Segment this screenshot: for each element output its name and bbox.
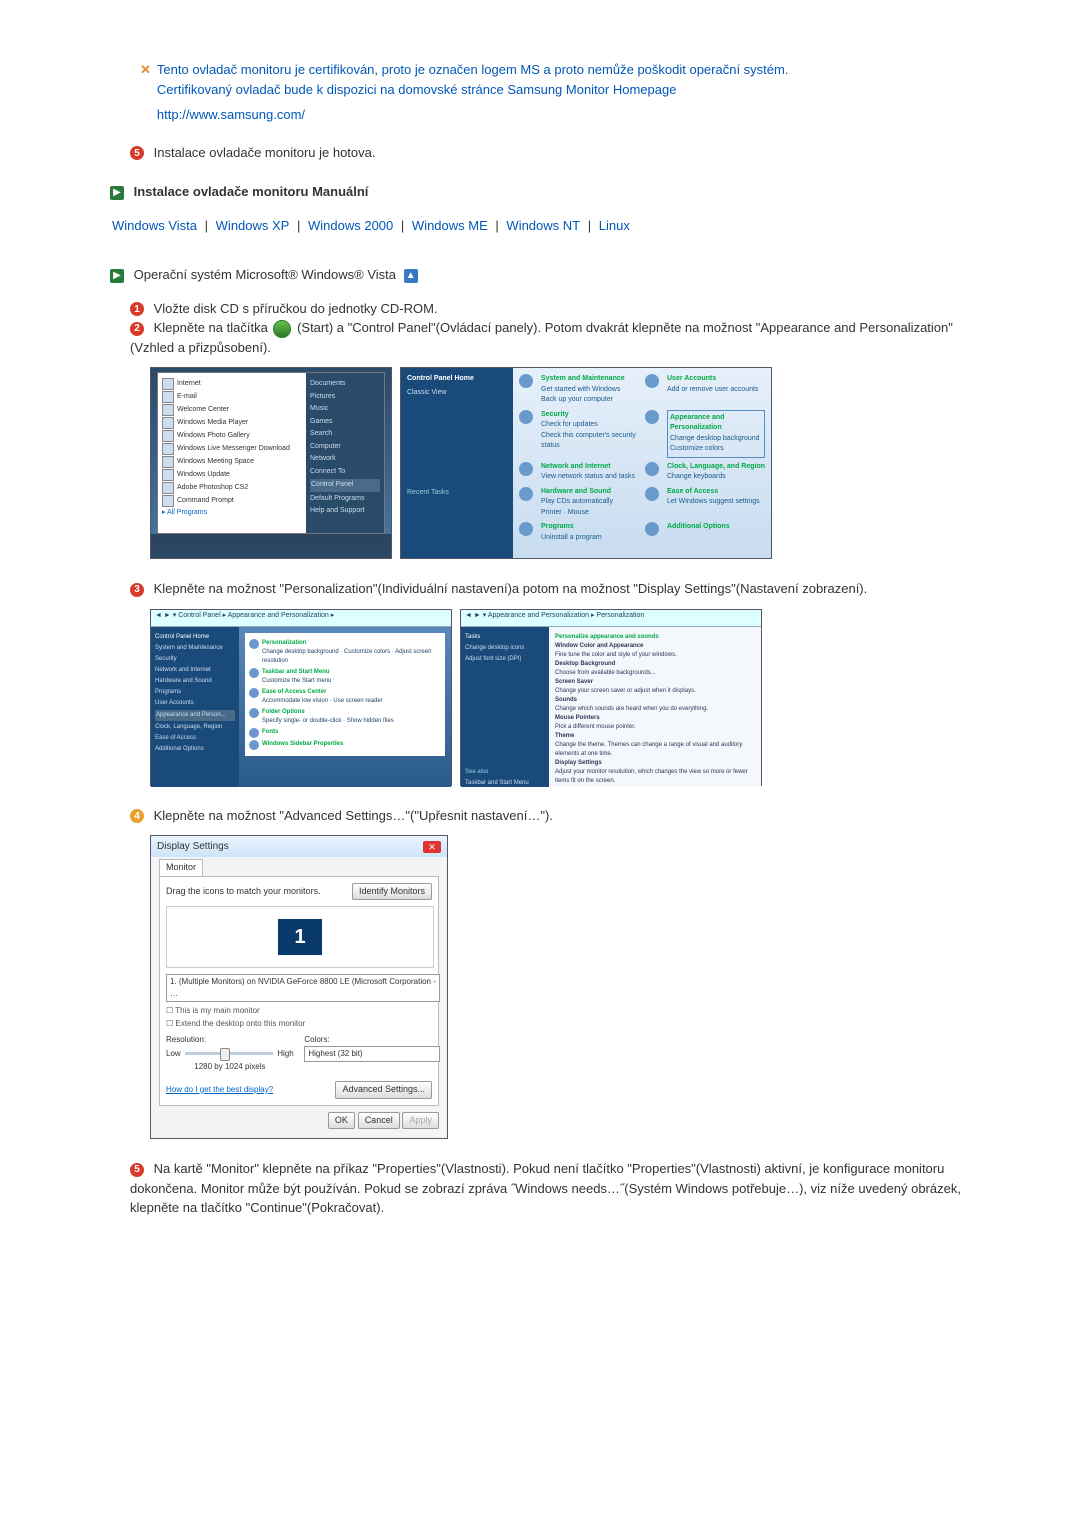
dialog-title: Display Settings xyxy=(157,839,229,854)
adapter-select[interactable]: 1. (Multiple Monitors) on NVIDIA GeForce… xyxy=(166,974,440,1002)
bullet-3-icon: 3 xyxy=(130,583,144,597)
bullet-2-icon: 2 xyxy=(130,322,144,336)
link-vista[interactable]: Windows Vista xyxy=(112,218,197,233)
os-links-row: Windows Vista | Windows XP | Windows 200… xyxy=(110,216,970,236)
screenshot-start-controlpanel: Internet E-mail Welcome Center Windows M… xyxy=(150,367,970,559)
bullet-5-icon: 5 xyxy=(130,146,144,160)
ok-button[interactable]: OK xyxy=(328,1112,355,1130)
samsung-link[interactable]: http://www.samsung.com/ xyxy=(157,105,789,125)
bullet-4-icon: 4 xyxy=(130,809,144,823)
resolution-value: 1280 by 1024 pixels xyxy=(166,1061,294,1073)
close-icon[interactable]: ✕ xyxy=(423,841,441,853)
manual-install-title: Instalace ovladače monitoru Manuální xyxy=(134,184,369,199)
step-2: 2 Klepněte na tlačítka (Start) a "Contro… xyxy=(130,318,970,357)
arrow-right-icon: ▶ xyxy=(110,186,124,200)
link-nt[interactable]: Windows NT xyxy=(506,218,580,233)
note-text-2: Certifikovaný ovladač bude k dispozici n… xyxy=(157,80,789,100)
screenshot-personalization: ◄ ► ▾ Control Panel ▸ Appearance and Per… xyxy=(150,609,970,786)
link-xp[interactable]: Windows XP xyxy=(216,218,290,233)
colors-label: Colors: xyxy=(304,1034,432,1046)
advanced-settings-button[interactable]: Advanced Settings... xyxy=(335,1081,432,1099)
note-x-icon: ✕ xyxy=(140,60,151,80)
colors-select[interactable]: Highest (32 bit) xyxy=(304,1046,440,1062)
note-text-1: Tento ovladač monitoru je certifikován, … xyxy=(157,60,789,80)
arrow-up-icon[interactable]: ▲ xyxy=(404,269,418,283)
resolution-slider[interactable] xyxy=(185,1052,274,1055)
vista-section-heading: ▶ Operační systém Microsoft® Windows® Vi… xyxy=(110,265,970,285)
bullet-5b-icon: 5 xyxy=(130,1163,144,1177)
step-1-text: Vložte disk CD s příručkou do jednotky C… xyxy=(154,301,438,316)
extend-desktop-checkbox[interactable]: ☐ Extend the desktop onto this monitor xyxy=(166,1018,432,1030)
bullet-1-icon: 1 xyxy=(130,302,144,316)
step-5: 5 Na kartě "Monitor" klepněte na příkaz … xyxy=(130,1159,970,1218)
link-me[interactable]: Windows ME xyxy=(412,218,488,233)
install-complete-text: Instalace ovladače monitoru je hotova. xyxy=(154,145,376,160)
identify-monitors-button[interactable]: Identify Monitors xyxy=(352,883,432,901)
install-complete-line: 5 Instalace ovladače monitoru je hotova. xyxy=(130,143,970,163)
certification-note: ✕ Tento ovladač monitoru je certifikován… xyxy=(140,60,970,125)
main-monitor-checkbox[interactable]: ☐ This is my main monitor xyxy=(166,1005,432,1017)
monitor-tab[interactable]: Monitor xyxy=(159,859,203,876)
start-menu-screenshot: Internet E-mail Welcome Center Windows M… xyxy=(150,367,392,559)
manual-install-heading: ▶ Instalace ovladače monitoru Manuální xyxy=(110,182,970,202)
step-2-text-a: Klepněte na tlačítka xyxy=(154,320,272,335)
step-4-text: Klepněte na možnost "Advanced Settings…"… xyxy=(154,808,553,823)
arrow-right-icon: ▶ xyxy=(110,269,124,283)
monitor-preview: 1 xyxy=(166,906,434,968)
monitor-icon[interactable]: 1 xyxy=(278,919,322,955)
step-3: 3 Klepněte na možnost "Personalization"(… xyxy=(130,579,970,599)
start-orb-icon xyxy=(273,320,291,338)
resolution-label: Resolution: xyxy=(166,1034,294,1046)
appearance-screenshot: ◄ ► ▾ Control Panel ▸ Appearance and Per… xyxy=(150,609,452,786)
vista-heading-text: Operační systém Microsoft® Windows® Vist… xyxy=(134,267,396,282)
document-page: { "note": { "line1": "Tento ovladač moni… xyxy=(110,0,970,1278)
link-2000[interactable]: Windows 2000 xyxy=(308,218,393,233)
step-1: 1 Vložte disk CD s příručkou do jednotky… xyxy=(130,299,970,319)
link-linux[interactable]: Linux xyxy=(599,218,630,233)
best-display-link[interactable]: How do I get the best display? xyxy=(166,1084,273,1096)
drag-hint: Drag the icons to match your monitors. xyxy=(166,885,321,899)
step-3-text: Klepněte na možnost "Personalization"(In… xyxy=(154,581,868,596)
personalization-screenshot: ◄ ► ▾ Appearance and Personalization ▸ P… xyxy=(460,609,762,786)
step-5-text: Na kartě "Monitor" klepněte na příkaz "P… xyxy=(130,1161,961,1215)
step-4: 4 Klepněte na možnost "Advanced Settings… xyxy=(130,806,970,826)
apply-button[interactable]: Apply xyxy=(402,1112,439,1130)
control-panel-screenshot: Control Panel Home Classic View Recent T… xyxy=(400,367,772,559)
display-settings-dialog: Display Settings ✕ Monitor Drag the icon… xyxy=(150,835,448,1139)
cancel-button[interactable]: Cancel xyxy=(358,1112,400,1130)
